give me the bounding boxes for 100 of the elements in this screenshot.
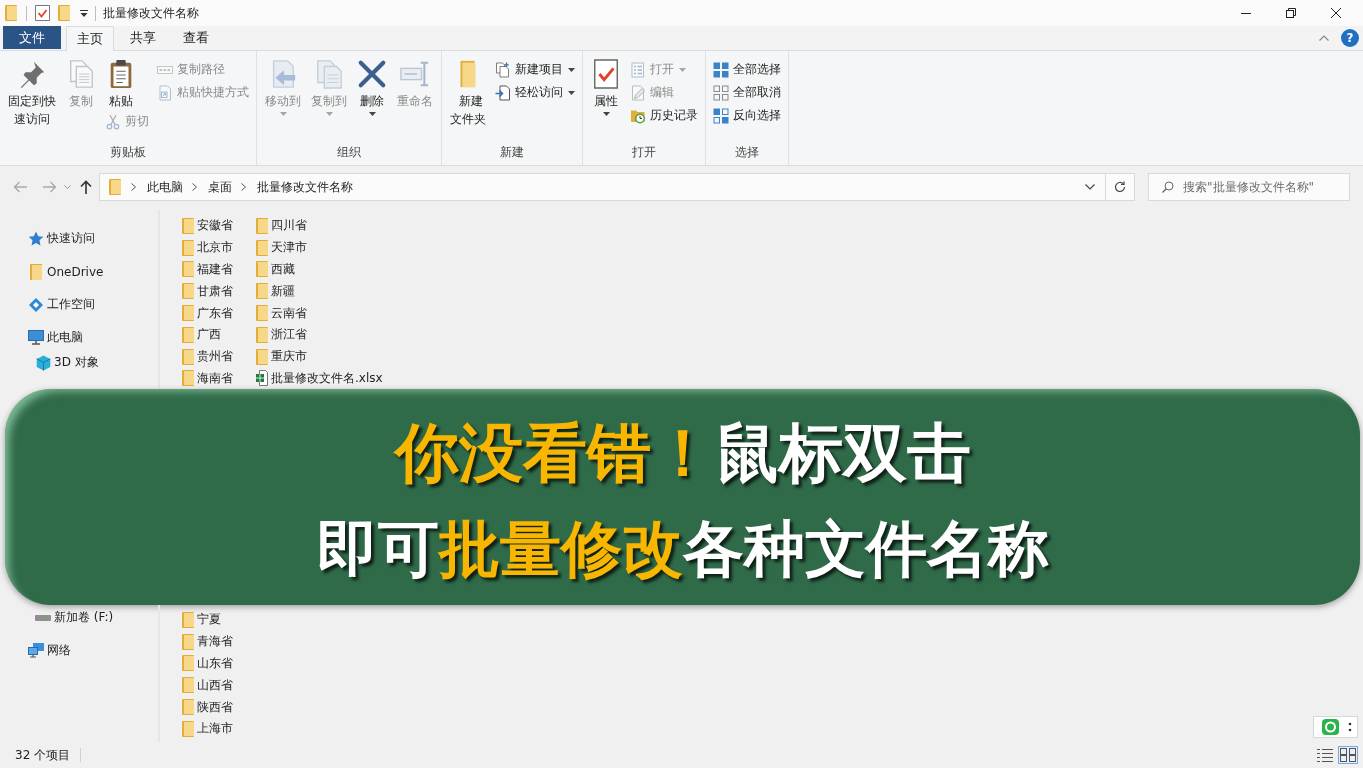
- banner-headline: 你没看错！鼠标双击: [394, 415, 971, 492]
- toolbar-button[interactable]: 删除: [352, 55, 392, 116]
- nav-item[interactable]: 此电脑: [18, 325, 157, 350]
- breadcrumb[interactable]: 批量修改文件名称: [254, 178, 356, 196]
- nav-item[interactable]: 快速访问: [18, 226, 157, 251]
- folder-item[interactable]: 青海省: [182, 630, 233, 653]
- toolbar-button[interactable]: 粘贴: [101, 55, 141, 110]
- search-field[interactable]: 搜索"批量修改文件名称": [1148, 173, 1350, 201]
- monitor-icon: [28, 330, 44, 345]
- toolbar-button[interactable]: 反向选择: [709, 104, 785, 127]
- nav-item[interactable]: 新加卷 (F:): [18, 605, 157, 630]
- folder-item[interactable]: 海南省: [182, 367, 233, 390]
- folder-item[interactable]: 贵州省: [182, 345, 233, 368]
- chevron-icon[interactable]: [131, 183, 136, 191]
- folder-icon: [109, 179, 121, 195]
- up-arrow-icon[interactable]: [80, 180, 92, 194]
- folder-icon: [30, 263, 42, 280]
- network-icon: [28, 643, 44, 658]
- folder-item[interactable]: 宁夏: [182, 609, 233, 631]
- input-method-icon[interactable]: [1313, 716, 1358, 738]
- shortcut-icon: [157, 84, 173, 101]
- toolbar-button[interactable]: 全部选择: [709, 58, 785, 81]
- folder-item[interactable]: 福建省: [182, 258, 233, 281]
- address-bar[interactable]: 此电脑 桌面 批量修改文件名称: [99, 173, 1106, 201]
- new-document-icon: [495, 61, 511, 78]
- ribbon-tab[interactable]: 主页: [66, 26, 114, 51]
- folder-icon: [182, 305, 194, 322]
- toolbar-button[interactable]: 轻松访问: [491, 81, 579, 104]
- group-label: 剪贴板: [109, 144, 147, 161]
- chevron-up-icon[interactable]: [1319, 35, 1329, 41]
- chevron-icon[interactable]: [241, 183, 246, 191]
- ribbon-tab[interactable]: 查看: [172, 26, 220, 50]
- cross-icon: [357, 59, 387, 89]
- window-title: 批量修改文件名称: [103, 4, 199, 22]
- folder-item[interactable]: 天津市: [256, 236, 383, 259]
- folder-icon: [182, 283, 194, 300]
- folder-item[interactable]: 云南省: [256, 302, 383, 324]
- folder-item[interactable]: 上海市: [182, 718, 233, 740]
- folder-icon: [256, 217, 268, 234]
- help-button[interactable]: ?: [1341, 29, 1359, 47]
- folder-icon: [182, 720, 194, 737]
- breadcrumb[interactable]: 桌面: [205, 178, 235, 196]
- nav-item[interactable]: 3D 对象: [18, 350, 157, 375]
- view-button[interactable]: [1338, 746, 1358, 764]
- details-view-icon: [1317, 748, 1333, 762]
- folder-icon: [256, 348, 268, 365]
- folder-item[interactable]: 山西省: [182, 674, 233, 697]
- check-document-icon[interactable]: [35, 5, 50, 21]
- chevron-icon[interactable]: [192, 183, 197, 191]
- toolbar-button[interactable]: 属性: [586, 55, 626, 116]
- folder-icon: [256, 326, 268, 343]
- folder-item[interactable]: 甘肃省: [182, 280, 233, 303]
- nav-item[interactable]: OneDrive: [18, 259, 157, 284]
- folder-item[interactable]: 广西: [182, 324, 233, 346]
- group-label: 新建: [499, 144, 525, 161]
- diamond-icon: [29, 297, 43, 312]
- folder-icon: [182, 261, 194, 278]
- folder-item[interactable]: 山东省: [182, 652, 233, 675]
- breadcrumb[interactable]: 此电脑: [144, 178, 186, 196]
- refresh-icon: [1114, 181, 1126, 193]
- folder-icon: [182, 699, 194, 716]
- refresh-button[interactable]: [1106, 173, 1135, 201]
- folder-icon: [182, 370, 194, 387]
- toolbar-button[interactable]: 历史记录: [626, 104, 702, 127]
- star-icon: [28, 231, 44, 246]
- folder-item[interactable]: 陕西省: [182, 696, 233, 718]
- group-label: 组织: [336, 144, 362, 161]
- folder-item[interactable]: 重庆市: [256, 345, 383, 368]
- toolbar-button[interactable]: 固定到快速访问: [3, 55, 61, 128]
- chevron-down-icon[interactable]: [1085, 184, 1095, 190]
- folder-item[interactable]: 西藏: [256, 258, 383, 281]
- folder-item[interactable]: 四川省: [256, 215, 383, 237]
- group-label: 选择: [734, 144, 760, 161]
- file-item[interactable]: 批量修改文件名.xlsx: [256, 367, 383, 390]
- view-button[interactable]: [1315, 746, 1335, 764]
- folder-icon: [182, 611, 194, 628]
- folder-item[interactable]: 北京市: [182, 236, 233, 259]
- folder-icon: [182, 326, 194, 343]
- folder-icon: [256, 283, 268, 300]
- nav-item[interactable]: 网络: [18, 638, 157, 663]
- folder-item[interactable]: 安徽省: [182, 215, 233, 237]
- folder-item[interactable]: 浙江省: [256, 324, 383, 346]
- caret-icon[interactable]: [80, 9, 88, 17]
- folder-item[interactable]: 广东省: [182, 302, 233, 324]
- toolbar-button[interactable]: 全部取消: [709, 81, 785, 104]
- grid-outline-icon: [713, 84, 729, 101]
- tiles-view-icon: [1340, 748, 1356, 762]
- folder-item[interactable]: 新疆: [256, 280, 383, 303]
- menu-button[interactable]: 文件: [3, 26, 61, 49]
- document-arrow-icon: [495, 84, 511, 101]
- toolbar-button[interactable]: 新建文件夹: [445, 55, 491, 128]
- folder-icon: [182, 655, 194, 672]
- toolbar-button[interactable]: 新建项目: [491, 58, 579, 81]
- restore-icon: [1285, 8, 1296, 18]
- folder-icon: [182, 348, 194, 365]
- folder-icon: [256, 305, 268, 322]
- ribbon-tab[interactable]: 共享: [119, 26, 167, 50]
- nav-item[interactable]: 工作空间: [18, 292, 157, 317]
- folder-icon: [256, 239, 268, 256]
- item-count: 32 个项目: [15, 746, 71, 764]
